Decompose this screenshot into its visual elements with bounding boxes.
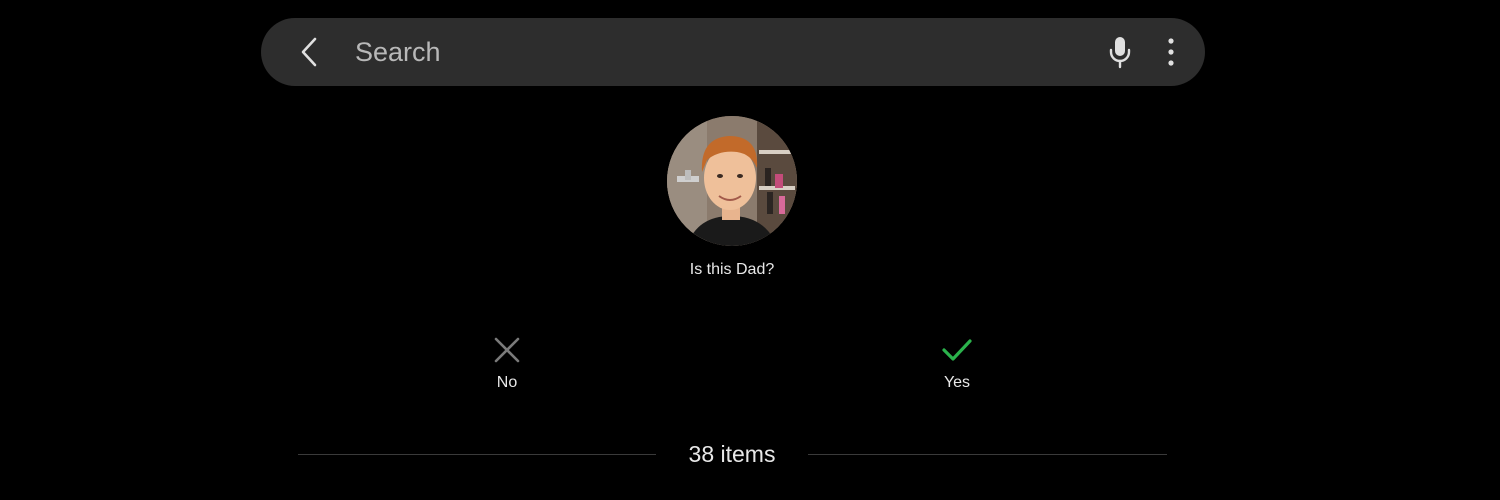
search-input[interactable] bbox=[355, 32, 1055, 72]
items-count: 38 items bbox=[688, 441, 776, 467]
more-vertical-icon bbox=[1168, 38, 1174, 66]
face-question: Is this Dad? bbox=[689, 261, 775, 278]
person-photo bbox=[667, 116, 797, 246]
close-icon bbox=[489, 332, 525, 368]
chevron-left-icon bbox=[301, 37, 317, 67]
search-bar bbox=[261, 18, 1205, 86]
face-tag-screen: Is this Dad? No Yes 38 items bbox=[0, 0, 1500, 500]
divider-left bbox=[298, 454, 656, 455]
divider-right bbox=[808, 454, 1167, 455]
yes-label: Yes bbox=[943, 374, 971, 391]
back-button[interactable] bbox=[289, 32, 329, 72]
no-label: No bbox=[496, 374, 518, 391]
face-thumbnail bbox=[667, 116, 797, 246]
no-button[interactable]: No bbox=[457, 332, 557, 398]
voice-search-button[interactable] bbox=[1100, 32, 1140, 72]
check-icon bbox=[939, 332, 975, 368]
microphone-icon bbox=[1109, 37, 1131, 69]
yes-button[interactable]: Yes bbox=[907, 332, 1007, 398]
more-options-button[interactable] bbox=[1151, 32, 1191, 72]
